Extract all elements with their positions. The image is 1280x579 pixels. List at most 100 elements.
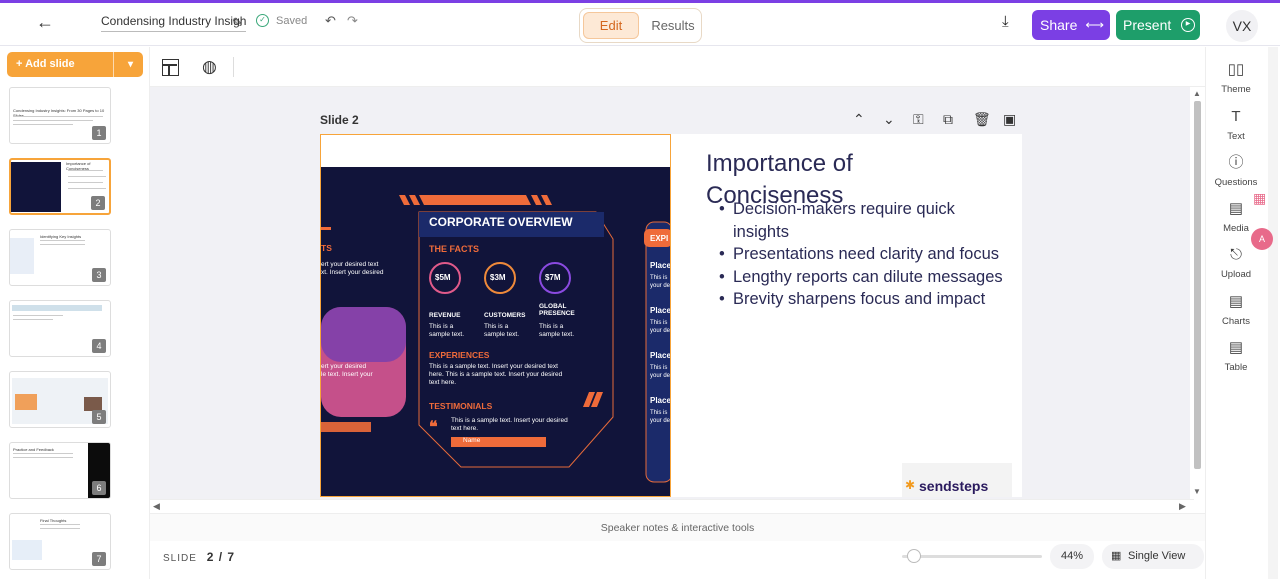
theme-tool[interactable]: ▯▯ Theme (1206, 60, 1266, 95)
lock-icon[interactable]: ⚿ (913, 111, 924, 128)
right-sub: This is (650, 320, 668, 326)
left-fragment: ert your desired (321, 363, 367, 370)
slide-thumbnail-6[interactable]: Practice and Feedback 6 (9, 442, 111, 499)
text-line (68, 188, 106, 189)
stat-label: REVENUE (429, 312, 461, 319)
slide-number: 2 (91, 196, 105, 210)
vertical-scrollbar[interactable]: ▲ ▼ (1192, 87, 1204, 499)
slide-thumbnail-1[interactable]: Condensing Industry Insights: From 30 Pa… (9, 87, 111, 144)
chevron-down-icon[interactable]: ▾ (128, 52, 133, 77)
charts-tool[interactable]: ▤ Charts (1206, 292, 1266, 327)
zoom-slider-handle[interactable] (907, 549, 921, 563)
check-circle-icon: ✓ (256, 14, 269, 27)
slide-image[interactable]: CORPORATE OVERVIEW THE FACTS $5M $3M $7M… (320, 134, 671, 497)
bullet-item: Lengthy reports can dilute messages (706, 266, 1006, 289)
slide-thumbnail-5[interactable]: 5 (9, 371, 111, 428)
question-icon: ⓘ (1228, 154, 1244, 171)
bullet-list[interactable]: Decision-makers require quick insights P… (706, 198, 1006, 311)
add-page-icon[interactable]: ▣ (1003, 111, 1016, 128)
speaker-notes-toggle[interactable]: Speaker notes & interactive tools (150, 513, 1205, 541)
slide-number: 7 (92, 552, 106, 566)
duplicate-icon[interactable]: ⧉ (943, 111, 953, 128)
redo-icon[interactable]: ↷ (347, 13, 358, 29)
slide-thumbnail-3[interactable]: Identifying Key Insights 3 (9, 229, 111, 286)
slide-counter: SLIDE 2 / 7 (163, 550, 235, 564)
slide-word: SLIDE (163, 553, 197, 564)
scroll-down-icon[interactable]: ▼ (1193, 487, 1201, 496)
upload-tool[interactable]: ⎋ Upload (1206, 245, 1266, 280)
undo-icon[interactable]: ↶ (325, 13, 336, 29)
add-slide-button[interactable]: + Add slide ▾ (7, 52, 143, 77)
text-line (13, 120, 93, 121)
tools-scrollbar[interactable] (1268, 47, 1278, 579)
testimonials-label: TESTIMONIALS (429, 401, 493, 411)
stat-desc: This is a sample text. (539, 323, 575, 338)
horizontal-scrollbar[interactable]: ◀ ▶ (150, 499, 1194, 513)
quote-icon: ❝ (429, 419, 438, 436)
translate-icon[interactable]: A (1251, 228, 1273, 250)
zoom-level[interactable]: 44% (1050, 544, 1094, 569)
thumbnail-title: Final Thoughts (40, 518, 67, 523)
chevron-down-icon[interactable]: ⌄ (883, 111, 895, 128)
text-line (68, 182, 103, 183)
text-line (40, 524, 80, 525)
image-background: CORPORATE OVERVIEW THE FACTS $5M $3M $7M… (321, 167, 671, 496)
brand-text: sendsteps (919, 478, 989, 494)
slide-thumbnail-2[interactable]: Importance of Conciseness 2 (9, 158, 111, 215)
single-view-button[interactable]: ▦ Single View (1102, 544, 1204, 569)
scroll-left-icon[interactable]: ◀ (153, 501, 160, 512)
bullet-item: Brevity sharpens focus and impact (706, 288, 1006, 311)
slide-thumbnail-7[interactable]: Final Thoughts 7 (9, 513, 111, 570)
scrollbar-thumb[interactable] (1194, 101, 1201, 469)
play-icon: ▶ (1181, 18, 1195, 32)
slide-number: 5 (92, 410, 106, 424)
shapes-icon[interactable]: ◍ (202, 57, 217, 77)
present-button[interactable]: Present ▶ (1116, 10, 1200, 40)
stripe-band (401, 179, 571, 190)
document-title-input[interactable]: Condensing Industry Insights From 30 Pag… (101, 14, 246, 32)
pencil-icon[interactable]: ✎ (232, 15, 243, 31)
back-arrow-icon[interactable]: ← (36, 13, 54, 31)
share-button[interactable]: Share ⟷ (1032, 10, 1110, 40)
scroll-right-icon[interactable]: ▶ (1179, 501, 1186, 512)
thumbnail-image (12, 540, 42, 560)
tool-label: Theme (1221, 84, 1251, 95)
columns-icon: ▯▯ (1227, 61, 1245, 78)
plus-icon: + (16, 58, 26, 70)
right-place: Place (650, 306, 671, 315)
right-sub: This is (650, 365, 668, 371)
layout-icon[interactable] (162, 59, 179, 76)
chevron-up-icon[interactable]: ⌃ (853, 111, 865, 128)
thumbnail-image (11, 162, 61, 212)
scroll-up-icon[interactable]: ▲ (1193, 89, 1201, 98)
stat-desc: This is a sample text. (429, 323, 465, 338)
table-icon: ▤ (1228, 339, 1244, 356)
trash-icon[interactable]: 🗑 (973, 111, 991, 128)
stat-label: CUSTOMERS (484, 312, 526, 319)
text-tool[interactable]: T Text (1206, 107, 1266, 142)
results-mode-button[interactable]: Results (648, 12, 698, 39)
edit-mode-button[interactable]: Edit (583, 12, 639, 39)
thumbnail-image (12, 305, 102, 311)
questions-tool[interactable]: ⓘ Questions (1206, 153, 1266, 188)
thumbnail-title: Practice and Feedback (13, 447, 54, 452)
bullet-item: Presentations need clarity and focus (706, 243, 1006, 266)
download-icon[interactable]: ⤓ (1002, 13, 1009, 30)
tool-label: Table (1224, 362, 1248, 373)
avatar[interactable]: VX (1226, 10, 1258, 42)
table-tool[interactable]: ▤ Table (1206, 338, 1266, 373)
present-label: Present (1123, 17, 1172, 33)
tool-label: Text (1227, 131, 1245, 142)
apps-icon[interactable]: ▦ (1253, 190, 1269, 206)
stripes-top (399, 195, 552, 205)
slide[interactable]: CORPORATE OVERVIEW THE FACTS $5M $3M $7M… (320, 134, 1022, 497)
name-label: Name (463, 437, 481, 444)
zoom-slider[interactable] (902, 555, 1042, 558)
divider (113, 52, 114, 77)
text-line (13, 453, 73, 454)
tool-label: Upload (1220, 269, 1252, 280)
brand-logo: ✱ sendsteps (902, 463, 1012, 497)
slide-thumbnail-4[interactable]: 4 (9, 300, 111, 357)
testimonials-text: This is a sample text. Insert your desir… (451, 417, 568, 432)
bullet-item: Decision-makers require quick insights (706, 198, 1006, 243)
